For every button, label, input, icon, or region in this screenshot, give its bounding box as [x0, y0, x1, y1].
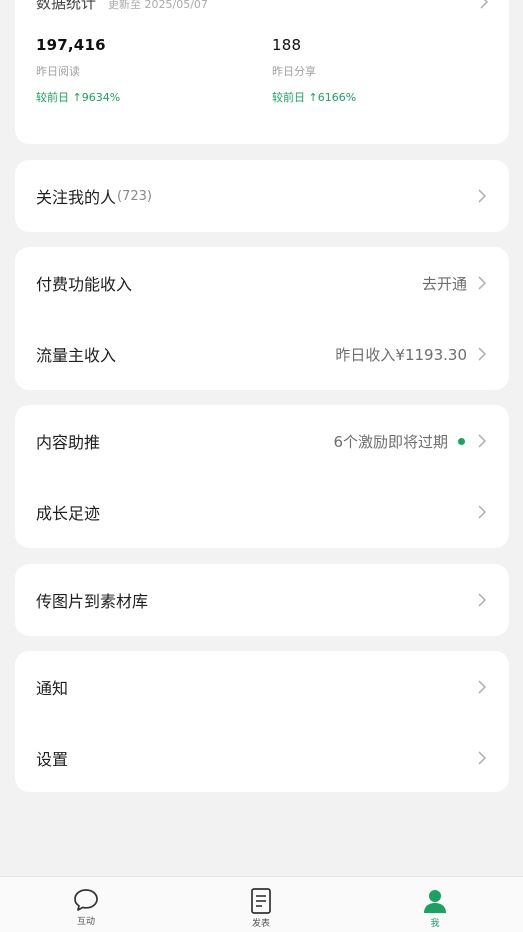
upload-to-library-label: 传图片到素材库 — [36, 592, 149, 611]
traffic-income-label: 流量主收入 — [36, 346, 117, 365]
followers-row[interactable]: 关注我的人 (723) — [15, 160, 509, 232]
paid-feature-income-row[interactable]: 付费功能收入 去开通 — [15, 247, 509, 319]
settings-label: 设置 — [36, 750, 69, 769]
followers-count: (723) — [117, 188, 152, 204]
stats-title: 数据统计 — [36, 0, 97, 12]
followers-card: 关注我的人 (723) — [15, 160, 509, 232]
metric-value: 188 — [272, 36, 302, 54]
chevron-right-icon — [478, 434, 487, 448]
chevron-right-icon — [478, 189, 487, 203]
chevron-right-icon — [478, 751, 487, 765]
settings-card: 通知 设置 — [15, 651, 509, 792]
profile-page: 数据统计 更新至 2025/05/07 197,416 昨日阅读 较前日 ↑96… — [0, 0, 523, 932]
stats-card[interactable]: 数据统计 更新至 2025/05/07 197,416 昨日阅读 较前日 ↑96… — [15, 0, 509, 144]
traffic-income-value: 昨日收入¥1193.30 — [335, 345, 467, 364]
paid-feature-income-value: 去开通 — [421, 274, 467, 293]
upload-to-library-row[interactable]: 传图片到素材库 — [15, 564, 509, 636]
content-card: 内容助推 6个激励即将过期 成长足迹 — [15, 405, 509, 548]
stats-updated-time: 更新至 2025/05/07 — [108, 0, 208, 11]
income-card: 付费功能收入 去开通 流量主收入 昨日收入¥1193.30 — [15, 247, 509, 390]
chevron-right-icon — [478, 505, 487, 519]
paid-feature-income-label: 付费功能收入 — [36, 275, 133, 294]
metric-shares: 188 昨日分享 较前日 ↑6166% — [272, 36, 356, 105]
notification-row[interactable]: 通知 — [15, 651, 509, 723]
growth-footprint-label: 成长足迹 — [36, 504, 101, 523]
followers-label: 关注我的人 — [36, 188, 117, 207]
metric-value: 197,416 — [36, 36, 106, 54]
metric-reads: 197,416 昨日阅读 较前日 ↑9634% — [36, 36, 120, 105]
chevron-right-icon — [478, 276, 487, 290]
metric-label: 昨日分享 — [272, 65, 316, 78]
document-icon — [251, 888, 271, 914]
nav-label: 我 — [430, 919, 440, 929]
chevron-right-icon — [478, 680, 487, 694]
nav-tab-publish[interactable]: 发表 — [231, 887, 291, 929]
content-boost-row[interactable]: 内容助推 6个激励即将过期 — [15, 405, 509, 477]
traffic-income-row[interactable]: 流量主收入 昨日收入¥1193.30 — [15, 318, 509, 390]
notification-label: 通知 — [36, 679, 69, 698]
nav-tab-me[interactable]: 我 — [405, 887, 465, 929]
nav-label: 发表 — [251, 919, 270, 929]
metric-delta: 较前日 ↑6166% — [272, 91, 357, 104]
person-icon — [424, 890, 446, 913]
stats-header: 数据统计 更新至 2025/05/07 — [36, 0, 208, 13]
nav-tab-interaction[interactable]: 互动 — [56, 887, 116, 927]
chevron-right-icon[interactable] — [479, 0, 489, 10]
growth-footprint-row[interactable]: 成长足迹 — [15, 476, 509, 548]
chevron-right-icon — [478, 593, 487, 607]
nav-label: 互动 — [76, 917, 95, 927]
notification-dot — [458, 437, 465, 445]
chat-bubble-icon — [74, 889, 98, 911]
metric-delta: 较前日 ↑9634% — [36, 91, 121, 104]
upload-card: 传图片到素材库 — [15, 564, 509, 636]
metric-label: 昨日阅读 — [36, 65, 80, 78]
chevron-right-icon — [478, 347, 487, 361]
content-boost-label: 内容助推 — [36, 433, 101, 452]
bottom-nav: 互动 发表 我 — [0, 876, 523, 932]
settings-row[interactable]: 设置 — [15, 722, 509, 794]
content-boost-value: 6个激励即将过期 — [333, 432, 448, 451]
